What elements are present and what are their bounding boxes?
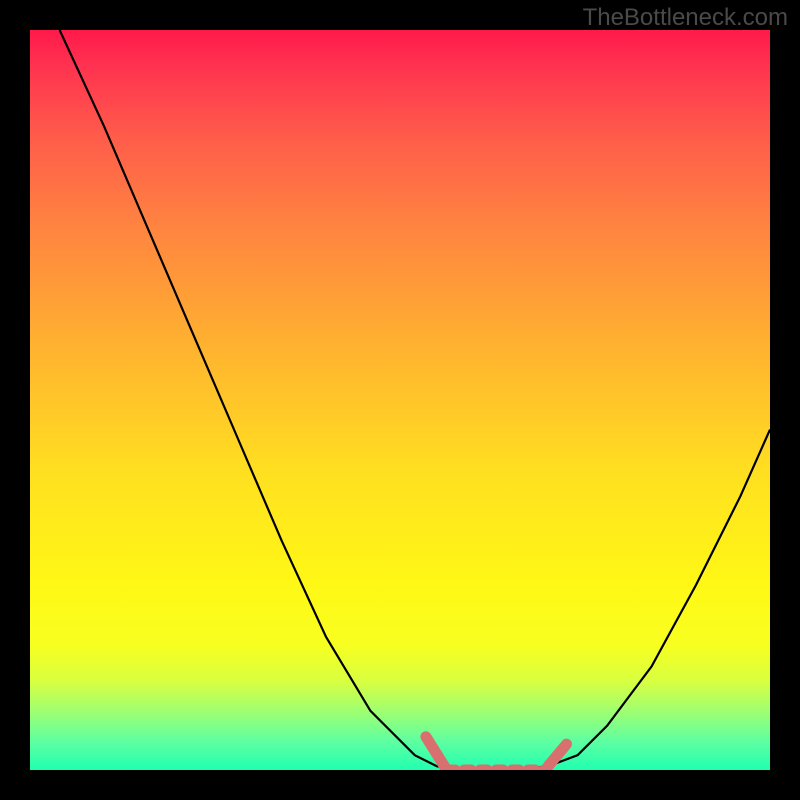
chart-curve [60, 30, 770, 770]
chart-plot-area [30, 30, 770, 770]
chart-svg [30, 30, 770, 770]
watermark-text: TheBottleneck.com [583, 4, 788, 32]
chart-highlight-right [548, 744, 567, 766]
